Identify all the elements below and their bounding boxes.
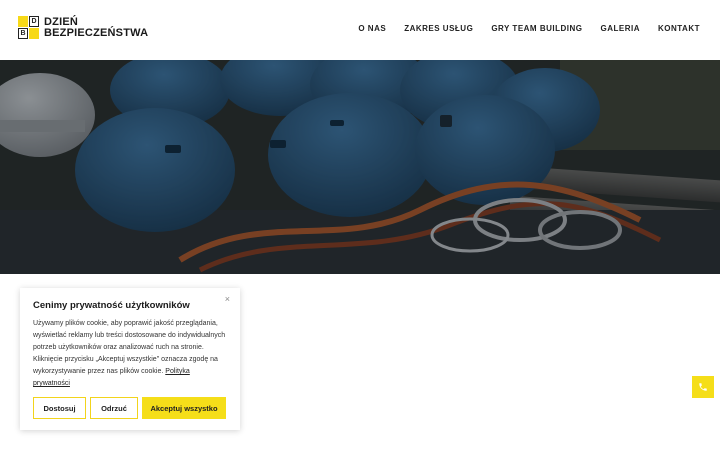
cookie-consent-dialog: × Cenimy prywatność użytkowników Używamy… (20, 288, 240, 430)
site-header: D B DZIEŃ BEZPIECZEŃSTWA O NAS ZAKRES US… (0, 0, 720, 60)
main-nav: O NAS ZAKRES USŁUG GRY TEAM BUILDING GAL… (340, 24, 700, 33)
reject-button[interactable]: Odrzuć (90, 397, 138, 419)
accept-all-button[interactable]: Akceptuj wszystko (142, 397, 226, 419)
close-icon[interactable]: × (225, 294, 230, 304)
nav-item-galeria[interactable]: GALERIA (600, 24, 640, 33)
site-logo[interactable]: D B DZIEŃ BEZPIECZEŃSTWA (18, 16, 148, 40)
logo-name-line2: BEZPIECZEŃSTWA (44, 27, 149, 39)
cookie-body: Używamy plików cookie, aby poprawić jako… (33, 320, 226, 375)
cookie-title: Cenimy prywatność użytkowników (33, 300, 190, 311)
phone-button[interactable] (692, 376, 714, 398)
hero-helmets-illustration (0, 60, 720, 274)
cookie-text: Używamy plików cookie, aby poprawić jako… (33, 318, 227, 390)
customize-button[interactable]: Dostosuj (33, 397, 86, 419)
nav-item-o-nas[interactable]: O NAS (358, 24, 386, 33)
logo-text: DZIEŃ BEZPIECZEŃSTWA (44, 17, 148, 39)
hero-image (0, 60, 720, 274)
nav-item-kontakt[interactable]: KONTAKT (658, 24, 700, 33)
nav-item-zakres-uslug[interactable]: ZAKRES USŁUG (404, 24, 473, 33)
cookie-buttons: Dostosuj Odrzuć Akceptuj wszystko (33, 397, 226, 419)
nav-item-gry-team-building[interactable]: GRY TEAM BUILDING (491, 24, 582, 33)
phone-icon (699, 383, 707, 391)
logo-mark-icon: D B (18, 16, 40, 40)
